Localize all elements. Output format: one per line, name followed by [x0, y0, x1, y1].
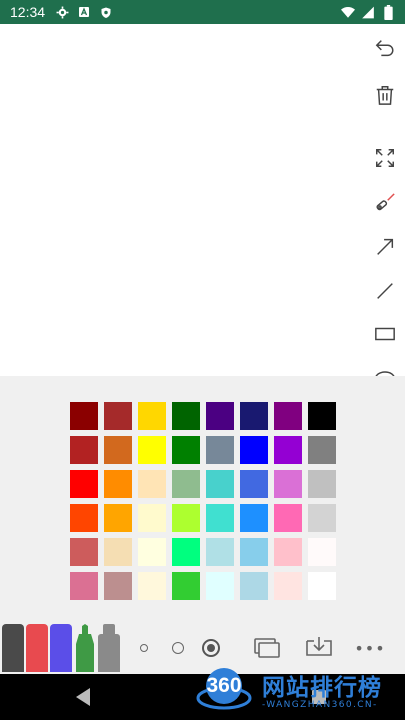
- color-swatch[interactable]: [240, 470, 268, 498]
- laser-pointer-button[interactable]: [371, 189, 399, 217]
- site-watermark: 360 网站排行榜 -WANGZHAN360.CN-: [196, 664, 405, 720]
- signal-icon: [361, 5, 375, 19]
- pages-button[interactable]: [252, 636, 282, 660]
- color-swatch[interactable]: [138, 402, 166, 430]
- arrow-icon: [377, 238, 394, 255]
- color-swatch[interactable]: [240, 504, 268, 532]
- color-swatch[interactable]: [274, 504, 302, 532]
- status-time: 12:34: [10, 4, 46, 20]
- more-button[interactable]: •••: [354, 636, 386, 660]
- color-swatch[interactable]: [274, 538, 302, 566]
- rectangle-tool[interactable]: [371, 320, 399, 348]
- color-swatch[interactable]: [138, 436, 166, 464]
- color-swatch[interactable]: [206, 504, 234, 532]
- undo-button[interactable]: [371, 34, 399, 62]
- pen-size-large[interactable]: [202, 639, 220, 657]
- color-swatch[interactable]: [70, 470, 98, 498]
- color-swatch[interactable]: [274, 470, 302, 498]
- color-swatch[interactable]: [240, 402, 268, 430]
- laser-pointer-icon: [376, 193, 395, 211]
- color-swatch[interactable]: [104, 436, 132, 464]
- wifi-icon: [341, 5, 355, 19]
- color-swatch[interactable]: [104, 572, 132, 600]
- line-icon: [377, 283, 393, 299]
- save-button[interactable]: [304, 634, 334, 660]
- download-icon: [306, 637, 332, 656]
- status-bar: 12:34: [0, 0, 405, 24]
- color-swatch[interactable]: [274, 402, 302, 430]
- color-swatch[interactable]: [308, 572, 336, 600]
- trash-icon: [376, 86, 394, 105]
- color-swatch[interactable]: [104, 538, 132, 566]
- fit-screen-icon: [376, 149, 394, 167]
- fit-screen-button[interactable]: [371, 144, 399, 172]
- color-swatch[interactable]: [308, 402, 336, 430]
- drawing-canvas[interactable]: [0, 24, 360, 376]
- marker-red[interactable]: [26, 624, 48, 672]
- color-swatch[interactable]: [206, 538, 234, 566]
- marker-gray[interactable]: [98, 624, 120, 672]
- color-swatch[interactable]: [104, 470, 132, 498]
- color-swatch[interactable]: [70, 572, 98, 600]
- line-tool[interactable]: [371, 277, 399, 305]
- color-swatch[interactable]: [172, 402, 200, 430]
- marker-blue[interactable]: [50, 624, 72, 672]
- watermark-brand: 网站排行榜: [262, 675, 382, 701]
- color-swatch[interactable]: [172, 436, 200, 464]
- pen-size-medium[interactable]: [172, 642, 184, 654]
- undo-icon: [375, 40, 394, 57]
- color-swatch[interactable]: [172, 504, 200, 532]
- marker-dark-gray[interactable]: [2, 624, 24, 672]
- color-swatch[interactable]: [240, 572, 268, 600]
- color-swatch[interactable]: [308, 538, 336, 566]
- color-swatch[interactable]: [138, 572, 166, 600]
- color-swatch[interactable]: [206, 470, 234, 498]
- color-swatch[interactable]: [70, 436, 98, 464]
- nav-back-button[interactable]: [76, 688, 90, 706]
- color-swatch[interactable]: [206, 436, 234, 464]
- watermark-logo-number: 360: [206, 674, 242, 697]
- color-swatch[interactable]: [172, 470, 200, 498]
- color-palette-panel: [0, 376, 405, 620]
- clear-button[interactable]: [371, 81, 399, 109]
- color-swatch[interactable]: [70, 504, 98, 532]
- color-swatch[interactable]: [206, 402, 234, 430]
- rectangle-icon: [375, 327, 395, 341]
- color-swatch[interactable]: [240, 538, 268, 566]
- pen-size-small[interactable]: [140, 644, 148, 652]
- color-swatch[interactable]: [206, 572, 234, 600]
- color-swatch[interactable]: [308, 436, 336, 464]
- color-swatch[interactable]: [308, 470, 336, 498]
- shield-icon: [99, 5, 113, 19]
- color-swatch[interactable]: [274, 572, 302, 600]
- color-swatch[interactable]: [172, 572, 200, 600]
- pages-icon: [254, 638, 280, 658]
- color-swatch[interactable]: [138, 538, 166, 566]
- battery-icon: [381, 4, 395, 20]
- color-swatch[interactable]: [138, 504, 166, 532]
- color-swatch[interactable]: [240, 436, 268, 464]
- color-swatch[interactable]: [104, 504, 132, 532]
- color-swatch[interactable]: [104, 402, 132, 430]
- color-swatch[interactable]: [70, 538, 98, 566]
- color-swatch[interactable]: [274, 436, 302, 464]
- color-swatch[interactable]: [172, 538, 200, 566]
- color-swatch[interactable]: [70, 402, 98, 430]
- marker-green[interactable]: [74, 624, 96, 672]
- a-badge-icon: [77, 5, 91, 19]
- color-swatch[interactable]: [308, 504, 336, 532]
- gear-icon: [55, 5, 69, 19]
- watermark-domain: -WANGZHAN360.CN-: [262, 700, 378, 710]
- color-swatch-grid: [70, 402, 336, 600]
- watermark-logo: 360: [196, 666, 252, 712]
- color-swatch[interactable]: [138, 470, 166, 498]
- arrow-tool[interactable]: [371, 233, 399, 261]
